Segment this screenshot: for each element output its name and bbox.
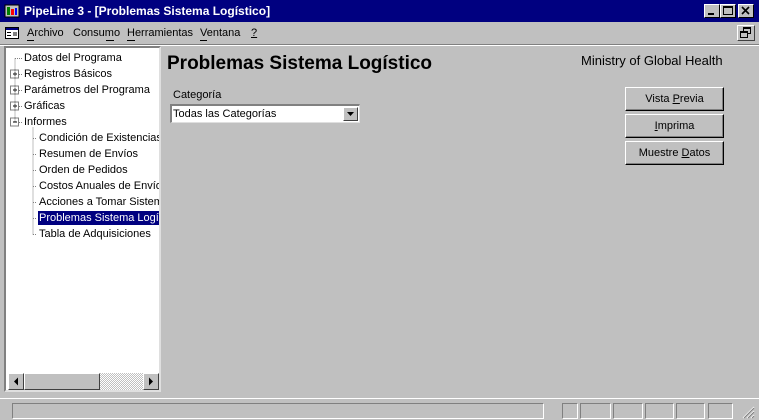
tree-node[interactable]: Datos del Programa [23, 51, 123, 65]
category-dropdown[interactable]: Todas las Categorías [170, 104, 360, 123]
imprima-label: Imprima [654, 120, 695, 132]
window-title-bar[interactable]: PipeLine 3 - [Problemas Sistema Logístic… [0, 0, 759, 22]
status-pane [708, 403, 733, 419]
tree-node[interactable]: Condición de Existencias [38, 131, 159, 145]
pipeline-app-icon[interactable] [4, 3, 20, 19]
arrow-right-icon [149, 377, 153, 386]
tree-node[interactable]: Orden de Pedidos [38, 163, 129, 177]
category-label: Categoría [173, 89, 222, 101]
scroll-right-button[interactable] [143, 373, 159, 390]
resize-grip-icon[interactable] [741, 405, 755, 419]
tree-node[interactable]: Gráficas [23, 99, 66, 113]
status-bar [0, 398, 759, 420]
vista-previa-button[interactable]: Vista Previa [625, 87, 724, 111]
scrollbar-thumb[interactable] [24, 373, 100, 390]
maximize-icon [723, 6, 733, 15]
tree-horizontal-scrollbar[interactable] [8, 373, 159, 390]
button-mnemonic: D [681, 147, 690, 159]
dropdown-arrow-button[interactable] [343, 107, 358, 121]
restore-document-button[interactable] [737, 25, 755, 41]
page-title: Problemas Sistema Logístico [167, 53, 433, 74]
tree-node[interactable]: Acciones a Tomar Sistem [38, 195, 159, 209]
button-mnemonic: I [654, 120, 658, 132]
restore-icon [740, 27, 751, 38]
arrow-left-icon [14, 377, 18, 386]
imprima-button[interactable]: Imprima [625, 114, 724, 138]
organization-name: Ministry of Global Health [581, 53, 723, 68]
muestre-datos-label: Muestre Datos [638, 147, 711, 159]
vista-previa-label: Vista Previa [645, 93, 704, 105]
tree-node[interactable]: Registros Básicos [23, 67, 113, 81]
minimize-icon [708, 13, 714, 15]
close-icon [741, 6, 750, 15]
menu-bar: Archivo Consumo Herramientas Ventana ? [0, 22, 759, 44]
tree-node[interactable]: Informes [23, 115, 68, 129]
status-pane [676, 403, 705, 419]
status-pane [613, 403, 643, 419]
status-pane [580, 403, 611, 419]
tree-node[interactable]: Resumen de Envíos [38, 147, 139, 161]
button-mnemonic: P [672, 93, 680, 105]
menu-mnemonic-underlines [27, 40, 207, 41]
maximize-button[interactable] [720, 4, 736, 18]
tree-node[interactable]: Parámetros del Programa [23, 83, 151, 97]
tree-node[interactable]: Costos Anuales de Envío [38, 179, 159, 193]
status-pane [562, 403, 578, 419]
tree-node[interactable]: Problemas Sistema Logís [38, 211, 159, 225]
scroll-left-button[interactable] [8, 373, 24, 390]
status-pane [645, 403, 674, 419]
tree-node[interactable]: Tabla de Adquisiciones [38, 227, 152, 241]
minimize-button[interactable] [704, 4, 720, 18]
category-dropdown-value: Todas las Categorías [173, 108, 277, 120]
chevron-down-icon [347, 112, 354, 116]
muestre-datos-button[interactable]: Muestre Datos [625, 141, 724, 165]
status-pane-main [12, 403, 544, 419]
navigation-tree[interactable]: Datos del Programa Registros Básicos Parám… [4, 46, 161, 392]
close-button[interactable] [738, 4, 754, 18]
window-title: PipeLine 3 - [Problemas Sistema Logístic… [24, 4, 271, 18]
